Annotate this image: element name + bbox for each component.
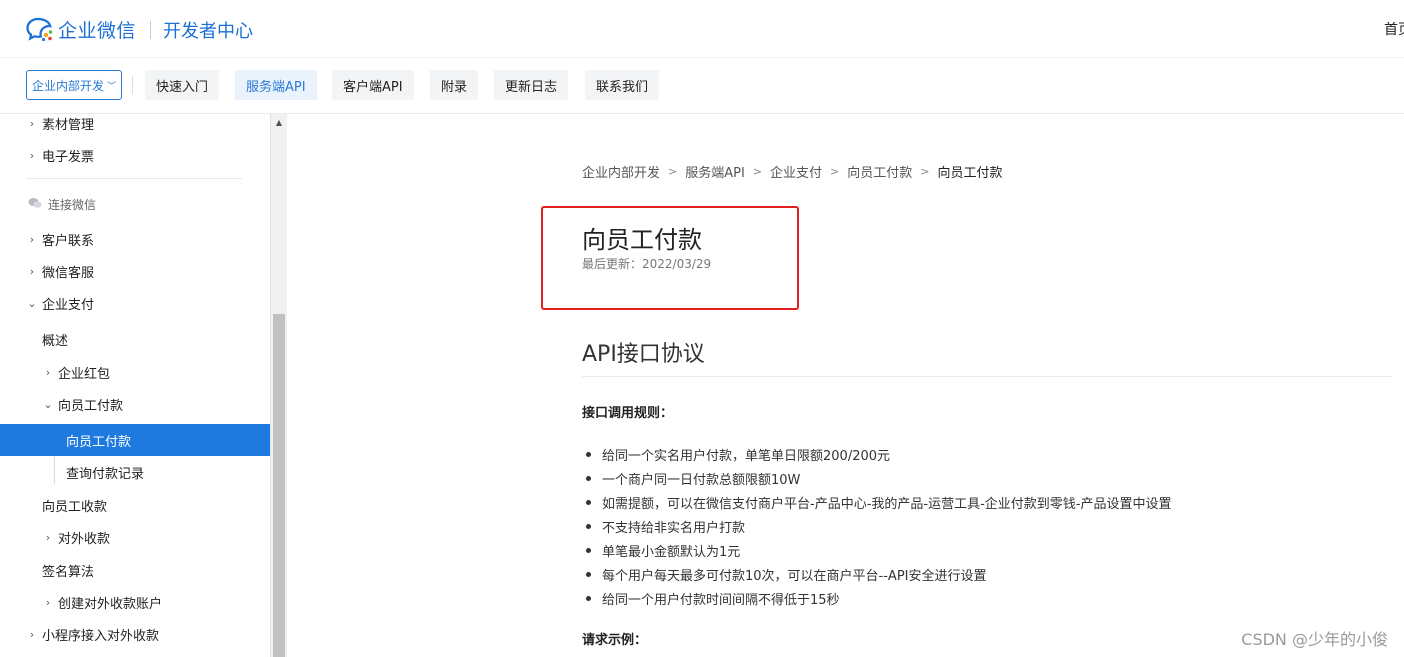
- last-updated: 最后更新：2022/03/29: [582, 257, 712, 271]
- chevron-right-icon: ›: [29, 264, 35, 278]
- sidebar-item-signature[interactable]: 签名算法: [0, 555, 270, 585]
- list-item: 一个商户同一日付款总额限额10W: [582, 466, 1171, 490]
- breadcrumb-item[interactable]: 企业支付: [770, 162, 822, 181]
- sidebar-item-label: 电子发票: [42, 149, 95, 165]
- sidebar-item-pay-employee-group[interactable]: ⌄ 向员工付款: [0, 389, 270, 419]
- section-divider: [582, 376, 1392, 377]
- sidebar-item-red-packet[interactable]: › 企业红包: [0, 357, 270, 387]
- sidebar-item-pay-employee[interactable]: 向员工付款: [0, 424, 270, 456]
- sidebar-section-connect-wechat: 连接微信: [28, 196, 96, 213]
- wecom-logo-icon: [26, 17, 54, 43]
- rules-list: 给同一个实名用户付款，单笔单日限额200/200元 一个商户同一日付款总额限额1…: [582, 442, 1171, 610]
- breadcrumb: 企业内部开发 > 服务端API > 企业支付 > 向员工付款 > 向员工付款: [582, 162, 1003, 181]
- chevron-right-icon: >: [668, 165, 678, 178]
- sidebar-item-collect-employee[interactable]: 向员工收款: [0, 490, 270, 520]
- sidebar-item-label: 素材管理: [42, 117, 95, 133]
- chevron-right-icon: ›: [29, 232, 35, 246]
- sidebar-item-overview[interactable]: 概述: [0, 324, 270, 354]
- chevron-right-icon: >: [920, 165, 930, 178]
- logo-divider: [150, 20, 152, 39]
- chevron-right-icon: ›: [29, 627, 35, 641]
- sidebar-item-label: 向员工付款: [66, 434, 132, 450]
- chevron-down-icon: ﹀: [107, 81, 117, 92]
- list-item: 单笔最小金额默认为1元: [582, 538, 1171, 562]
- sidebar-item-label: 概述: [42, 333, 69, 349]
- tab-server-api[interactable]: 服务端API: [235, 70, 317, 100]
- sidebar-item-label: 小程序接入对外收款: [42, 628, 160, 644]
- list-item: 如需提额，可以在微信支付商户平台-产品中心-我的产品-运营工具-企业付款到零钱-…: [582, 490, 1171, 514]
- home-link[interactable]: 首页: [1384, 19, 1404, 39]
- chevron-right-icon: ›: [45, 365, 51, 379]
- sidebar-item-label: 客户联系: [42, 233, 95, 249]
- sidebar-item-miniprogram-collect[interactable]: › 小程序接入对外收款: [0, 619, 270, 649]
- chevron-right-icon: >: [752, 165, 763, 178]
- tab-changelog[interactable]: 更新日志: [494, 70, 569, 100]
- chevron-right-icon: ›: [29, 148, 35, 162]
- sidebar-item-label: 向员工收款: [42, 499, 108, 515]
- sidebar-item-external-collect[interactable]: › 对外收款: [0, 522, 270, 552]
- sidebar-item-e-invoice[interactable]: › 电子发票: [0, 140, 270, 170]
- sidebar-item-customer-contact[interactable]: › 客户联系: [0, 224, 270, 254]
- top-header: 企业微信 开发者中心 首页: [0, 0, 1404, 58]
- sidebar-item-wechat-service[interactable]: › 微信客服: [0, 256, 270, 286]
- chevron-right-icon: ›: [45, 530, 51, 544]
- sidebar-item-label: 企业红包: [58, 366, 111, 382]
- sidebar-item-create-account[interactable]: › 创建对外收款账户: [0, 587, 270, 617]
- brand-name: 企业微信: [58, 20, 137, 42]
- sidebar-item-materials[interactable]: › 素材管理: [0, 114, 270, 138]
- tab-client-api[interactable]: 客户端API: [332, 70, 414, 100]
- page-title: 向员工付款: [582, 226, 702, 254]
- breadcrumb-item[interactable]: 服务端API: [685, 162, 745, 181]
- main-content: 企业内部开发 > 服务端API > 企业支付 > 向员工付款 > 向员工付款 向…: [287, 114, 1404, 657]
- list-item: 不支持给非实名用户打款: [582, 514, 1171, 538]
- scroll-up-arrow-icon[interactable]: ▲: [271, 114, 287, 131]
- sidebar-scrollbar[interactable]: ▲: [270, 114, 287, 657]
- chevron-right-icon: ›: [29, 116, 35, 130]
- tab-quickstart[interactable]: 快速入门: [145, 70, 220, 100]
- brand-logo[interactable]: 企业微信 开发者中心: [26, 16, 253, 43]
- dev-type-dropdown[interactable]: 企业内部开发 ﹀: [26, 70, 122, 100]
- breadcrumb-current: 向员工付款: [937, 166, 1003, 181]
- list-item: 给同一个实名用户付款，单笔单日限额200/200元: [582, 442, 1171, 466]
- sidebar-nav: › 素材管理 › 电子发票 连接微信 › 客户联系 › 微信客服 ⌄ 企业支付 …: [0, 114, 270, 657]
- list-item: 给同一个用户付款时间间隔不得低于15秒: [582, 586, 1171, 610]
- breadcrumb-item[interactable]: 向员工付款: [847, 162, 912, 181]
- tab-bar: 企业内部开发 ﹀ 快速入门 服务端API 客户端API 附录 更新日志 联系我们: [0, 58, 1404, 114]
- wechat-icon: [28, 197, 42, 212]
- tab-divider: [132, 76, 133, 94]
- sidebar-item-label: 向员工付款: [58, 398, 124, 414]
- section-title: API接口协议: [582, 342, 705, 367]
- sidebar-item-label: 查询付款记录: [66, 466, 145, 482]
- sidebar-item-query-payment[interactable]: 查询付款记录: [0, 457, 270, 487]
- breadcrumb-item[interactable]: 企业内部开发: [582, 162, 660, 181]
- sidebar-item-label: 对外收款: [58, 531, 111, 547]
- chevron-down-icon: ⌄: [43, 397, 53, 411]
- request-example-label: 请求示例：: [582, 633, 648, 648]
- sidebar-divider: [26, 178, 242, 179]
- chevron-down-icon: ⌄: [27, 296, 37, 310]
- sidebar-item-enterprise-pay[interactable]: ⌄ 企业支付: [0, 288, 270, 318]
- list-item: 每个用户每天最多可付款10次，可以在商户平台--API安全进行设置: [582, 562, 1171, 586]
- sidebar-item-label: 企业支付: [42, 297, 95, 313]
- tab-contact[interactable]: 联系我们: [585, 70, 660, 100]
- sidebar-item-label: 签名算法: [42, 564, 95, 580]
- chevron-right-icon: >: [830, 165, 840, 178]
- sidebar-section-label: 连接微信: [48, 198, 97, 212]
- tab-appendix[interactable]: 附录: [430, 70, 479, 100]
- chevron-right-icon: ›: [45, 595, 51, 609]
- dropdown-label: 企业内部开发: [31, 78, 104, 93]
- sidebar-item-label: 创建对外收款账户: [58, 596, 163, 612]
- scrollbar-thumb[interactable]: [273, 314, 285, 657]
- sidebar-item-label: 微信客服: [42, 265, 95, 281]
- rules-label: 接口调用规则：: [582, 406, 674, 421]
- csdn-watermark: CSDN @少年的小俊: [1241, 630, 1388, 649]
- site-subtitle: 开发者中心: [163, 20, 254, 42]
